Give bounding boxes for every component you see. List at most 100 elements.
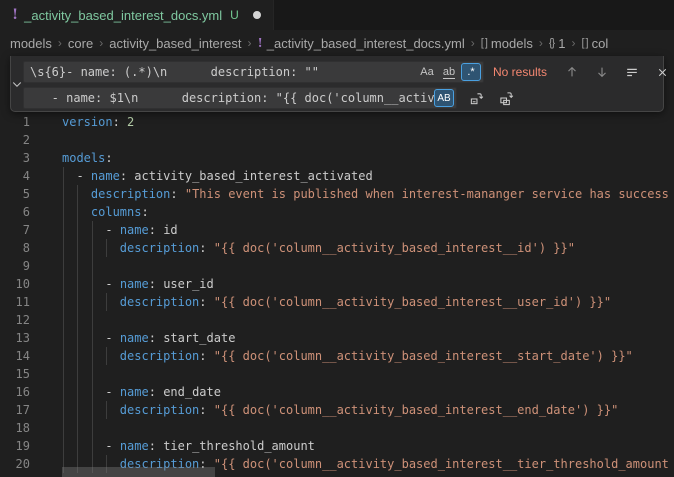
toggle-replace-chevron[interactable]: [11, 56, 23, 111]
code-text: - name: start_date: [62, 329, 235, 347]
breadcrumb: models › core › activity_based_interest › !_ac…: [0, 30, 674, 56]
find-status-text: No results: [493, 65, 547, 79]
breadcrumb-item[interactable]: [ ] models: [481, 36, 533, 51]
vscode-window: ! _activity_based_interest_docs.yml U mo…: [0, 0, 674, 477]
previous-match-button[interactable]: [561, 61, 583, 83]
yaml-symbol-icon: !: [257, 36, 262, 50]
indent-guide: [63, 419, 64, 437]
code-line[interactable]: 16 - name: end_date: [0, 383, 674, 401]
match-case-toggle[interactable]: Aa: [417, 63, 437, 81]
code-line[interactable]: 14 description: "{{ doc('column__activit…: [0, 347, 674, 365]
line-number: 16: [0, 383, 30, 401]
code-text: description: "{{ doc('column__activity_b…: [62, 239, 575, 257]
find-in-selection-button[interactable]: [621, 61, 643, 83]
tab-active-file[interactable]: ! _activity_based_interest_docs.yml U: [0, 0, 274, 30]
whole-word-toggle[interactable]: ab: [439, 63, 459, 81]
next-match-button[interactable]: [591, 61, 613, 83]
breadcrumb-item[interactable]: !_activity_based_interest_docs.yml: [257, 36, 464, 51]
arrow-down-icon: [595, 65, 609, 79]
breadcrumb-label: core: [68, 36, 93, 51]
unsaved-changes-dot[interactable]: [253, 11, 261, 19]
replace-all-button[interactable]: [495, 87, 517, 109]
indent-guide: [92, 311, 93, 329]
find-query-text: \s{6}- name: (.*)\n description: "": [24, 65, 417, 79]
line-number: 17: [0, 401, 30, 419]
code-line[interactable]: 5 description: "This event is published …: [0, 185, 674, 203]
close-find-button[interactable]: [651, 61, 673, 83]
code-line[interactable]: 7 - name: id: [0, 221, 674, 239]
indent-guide: [77, 257, 78, 275]
line-number: 4: [0, 167, 30, 185]
line-number: 2: [0, 131, 30, 149]
close-icon: [656, 66, 669, 79]
line-number: 12: [0, 311, 30, 329]
code-editor[interactable]: 1version: 223 models:4 - name: activity_b…: [0, 113, 674, 477]
line-number: 5: [0, 185, 30, 203]
arrow-up-icon: [565, 65, 579, 79]
tab-bar: ! _activity_based_interest_docs.yml U: [0, 0, 674, 30]
array-symbol-icon: [ ]: [581, 37, 587, 49]
preserve-case-toggle[interactable]: AB: [434, 89, 454, 107]
breadcrumb-separator: ›: [539, 36, 543, 50]
code-line[interactable]: 6 columns:: [0, 203, 674, 221]
regex-toggle[interactable]: .*: [461, 63, 481, 81]
indent-guide: [77, 419, 78, 437]
line-number: 19: [0, 437, 30, 455]
line-number: 6: [0, 203, 30, 221]
indent-guide: [77, 311, 78, 329]
code-line[interactable]: 17 description: "{{ doc('column__activit…: [0, 401, 674, 419]
breadcrumb-item[interactable]: core: [68, 36, 93, 51]
code-line[interactable]: 3 models:: [0, 149, 674, 167]
breadcrumb-item[interactable]: {}1: [549, 36, 566, 51]
breadcrumb-item[interactable]: activity_based_interest: [109, 36, 241, 51]
code-text: models:: [62, 149, 113, 167]
replace-input[interactable]: - name: $1\n description: "{{ doc('colum…: [23, 87, 457, 109]
line-number: 15: [0, 365, 30, 383]
code-line[interactable]: 15: [0, 365, 674, 383]
indent-guide: [92, 365, 93, 383]
code-text: columns:: [62, 203, 149, 221]
indent-guide: [63, 365, 64, 383]
code-line[interactable]: 12: [0, 311, 674, 329]
indent-guide: [63, 257, 64, 275]
code-text: - name: id: [62, 221, 178, 239]
breadcrumb-label: col: [592, 36, 609, 51]
chevron-down-icon: [11, 78, 23, 90]
breadcrumb-separator: ›: [99, 36, 103, 50]
line-number: 8: [0, 239, 30, 257]
indent-guide: [77, 365, 78, 383]
breadcrumb-separator: ›: [571, 36, 575, 50]
indent-guide: [63, 311, 64, 329]
indent-guide: [92, 257, 93, 275]
breadcrumb-item[interactable]: models: [10, 36, 52, 51]
tab-filename: _activity_based_interest_docs.yml: [24, 8, 222, 23]
object-symbol-icon: {}: [549, 37, 554, 49]
code-line[interactable]: 10 - name: user_id: [0, 275, 674, 293]
breadcrumb-label: activity_based_interest: [109, 36, 241, 51]
replace-icon: [469, 91, 484, 106]
line-number: 3: [0, 149, 30, 167]
breadcrumb-separator: ›: [247, 36, 251, 50]
code-line[interactable]: 1version: 2: [0, 113, 674, 131]
code-line[interactable]: 9: [0, 257, 674, 275]
code-line[interactable]: 4 - name: activity_based_interest_activa…: [0, 167, 674, 185]
selection-lines-icon: [625, 65, 639, 79]
replace-one-button[interactable]: [465, 87, 487, 109]
breadcrumb-label: models: [10, 36, 52, 51]
code-line[interactable]: 2: [0, 131, 674, 149]
code-line[interactable]: 19 - name: tier_threshold_amount: [0, 437, 674, 455]
find-input[interactable]: \s{6}- name: (.*)\n description: "" Aa a…: [23, 61, 484, 83]
code-line[interactable]: 11 description: "{{ doc('column__activit…: [0, 293, 674, 311]
git-untracked-badge: U: [230, 8, 239, 22]
breadcrumb-item[interactable]: [ ] col: [581, 36, 608, 51]
horizontal-scrollbar[interactable]: [62, 467, 215, 477]
code-line[interactable]: 18: [0, 419, 674, 437]
code-text: description: "{{ doc('column__activity_b…: [62, 401, 618, 419]
breadcrumb-label: models: [491, 36, 533, 51]
code-text: - name: end_date: [62, 383, 221, 401]
code-line[interactable]: 13 - name: start_date: [0, 329, 674, 347]
code-text: description: "{{ doc('column__activity_b…: [62, 347, 633, 365]
array-symbol-icon: [ ]: [481, 37, 487, 49]
line-number: 7: [0, 221, 30, 239]
code-line[interactable]: 8 description: "{{ doc('column__activity…: [0, 239, 674, 257]
